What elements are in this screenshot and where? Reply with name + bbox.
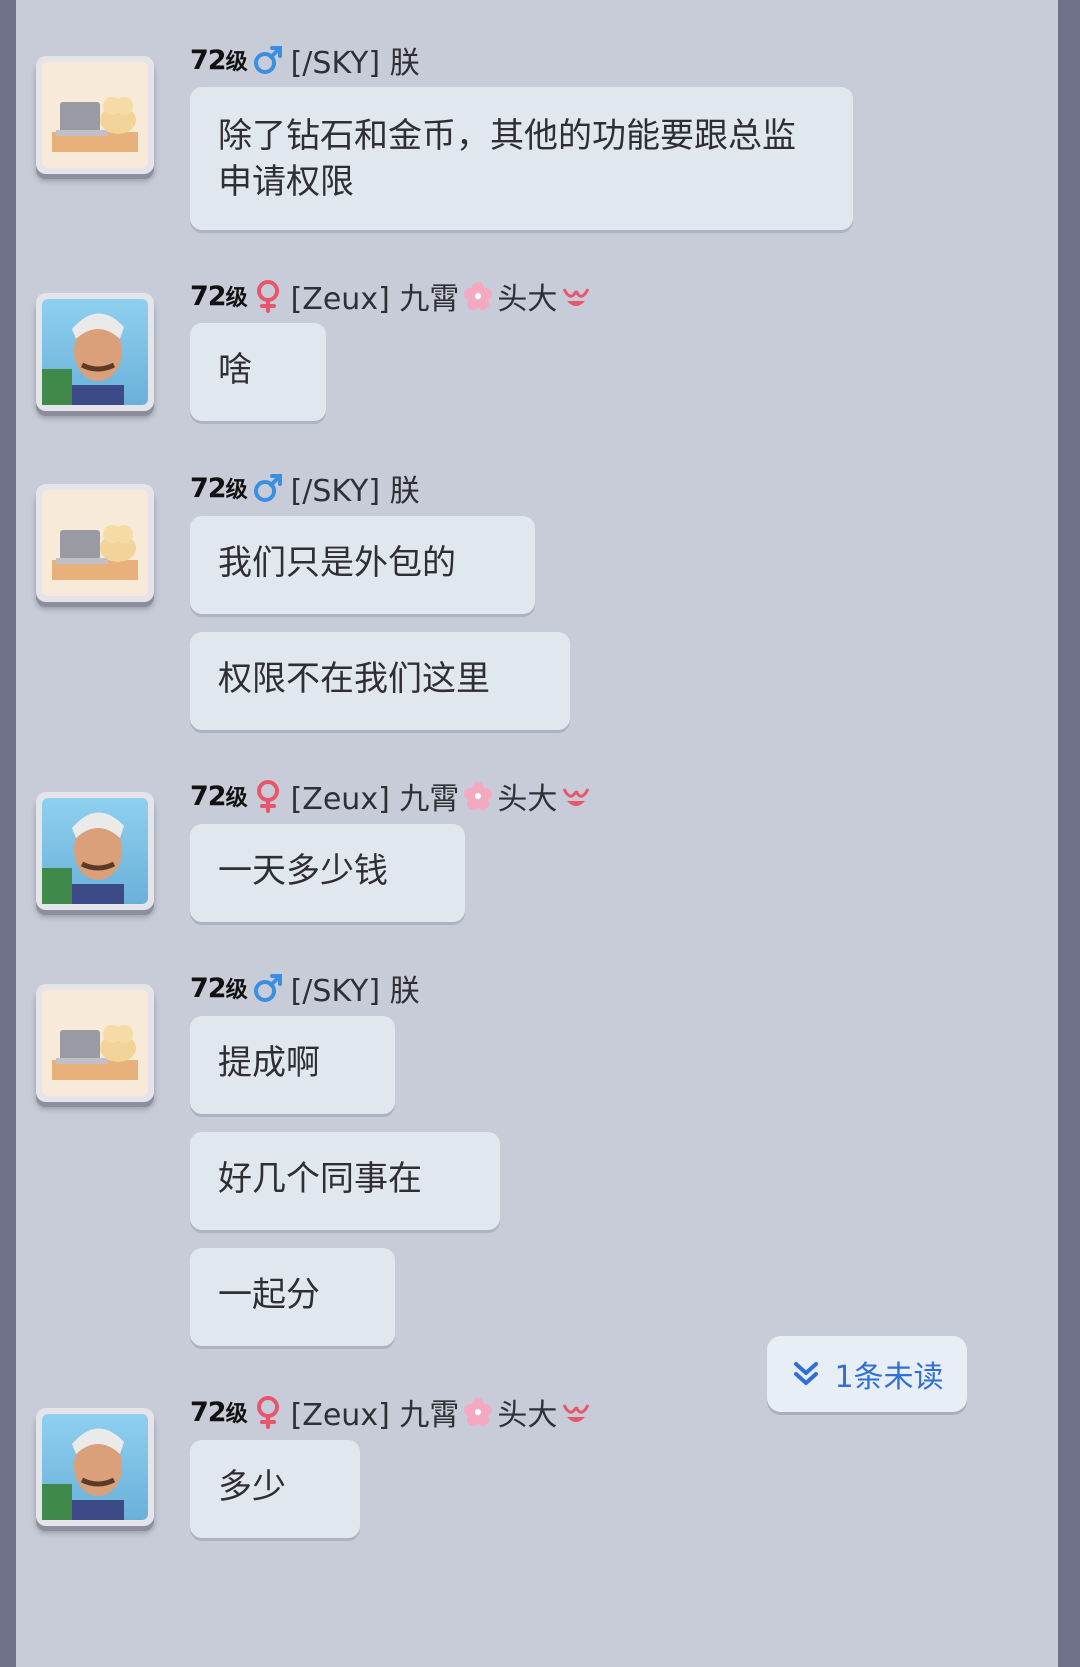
avatar-sky[interactable]: [36, 484, 154, 602]
sender-header: 72级 [/SKY] 朕: [190, 466, 420, 510]
level-label: 72级: [190, 45, 248, 76]
message-bubble[interactable]: 啥: [190, 323, 326, 421]
message-bubble[interactable]: 除了钻石和金币，其他的功能要跟总监申请权限: [190, 87, 853, 230]
sender-header: 72级 [/SKY] 朕: [190, 966, 420, 1010]
cherry-blossom-icon: [464, 1398, 493, 1426]
message-bubble[interactable]: 权限不在我们这里: [190, 632, 570, 730]
avatar-zeux[interactable]: [36, 792, 154, 910]
unread-messages-button[interactable]: 1条未读: [767, 1336, 967, 1412]
female-icon: [256, 780, 279, 813]
sender-name[interactable]: [Zeux] 九霄: [291, 274, 460, 318]
cherry-blossom-icon: [464, 782, 493, 810]
sender-name[interactable]: [Zeux] 九霄: [291, 1390, 460, 1434]
sender-name[interactable]: [/SKY] 朕: [291, 38, 420, 82]
cherry-blossom-icon: [464, 282, 493, 310]
male-icon: [253, 474, 282, 502]
level-label: 72级: [190, 973, 248, 1004]
gentleman-avatar-icon: [42, 1428, 124, 1520]
cat-laptop-avatar-icon: [52, 97, 138, 152]
bikini-icon: [562, 1404, 590, 1422]
male-icon: [253, 46, 282, 74]
gentleman-avatar-icon: [42, 313, 124, 405]
message-bubble[interactable]: 提成啊: [190, 1016, 395, 1114]
message-bubble[interactable]: 好几个同事在: [190, 1132, 500, 1230]
level-label: 72级: [190, 781, 248, 812]
gentleman-avatar-icon: [42, 812, 124, 904]
bikini-icon: [562, 788, 590, 806]
female-icon: [256, 280, 279, 313]
bikini-icon: [562, 288, 590, 306]
avatar-sky[interactable]: [36, 56, 154, 174]
sender-name[interactable]: [/SKY] 朕: [291, 966, 420, 1010]
sender-header: 72级 [Zeux] 九霄 头大: [190, 774, 595, 818]
unread-count-label: 1条未读: [834, 1360, 944, 1395]
avatar-zeux[interactable]: [36, 293, 154, 411]
message-bubble[interactable]: 一天多少钱: [190, 824, 465, 922]
sender-name-suffix: 头大: [497, 1398, 558, 1433]
cat-laptop-avatar-icon: [52, 525, 138, 580]
male-icon: [253, 974, 282, 1002]
sender-header: 72级 [Zeux] 九霄 头大: [190, 274, 595, 318]
sender-name[interactable]: [/SKY] 朕: [291, 466, 420, 510]
sender-header: 72级 [/SKY] 朕: [190, 38, 420, 82]
message-bubble[interactable]: 多少: [190, 1440, 360, 1538]
message-bubble[interactable]: 一起分: [190, 1248, 395, 1346]
level-label: 72级: [190, 1397, 248, 1428]
female-icon: [256, 1396, 279, 1429]
level-label: 72级: [190, 281, 248, 312]
sender-header: 72级 [Zeux] 九霄 头大: [190, 1390, 595, 1434]
double-chevron-down-icon: [794, 1362, 819, 1385]
avatar-zeux[interactable]: [36, 1408, 154, 1526]
level-label: 72级: [190, 473, 248, 504]
cat-laptop-avatar-icon: [52, 1025, 138, 1080]
sender-name-suffix: 头大: [497, 282, 558, 317]
sender-name[interactable]: [Zeux] 九霄: [291, 774, 460, 818]
message-bubble[interactable]: 我们只是外包的: [190, 516, 535, 614]
chat-panel: 72级 [/SKY] 朕 除了钻石和金币，其他的功能要跟总监申请权限 72级 […: [16, 0, 1058, 1667]
avatar-sky[interactable]: [36, 984, 154, 1102]
sender-name-suffix: 头大: [497, 782, 558, 817]
